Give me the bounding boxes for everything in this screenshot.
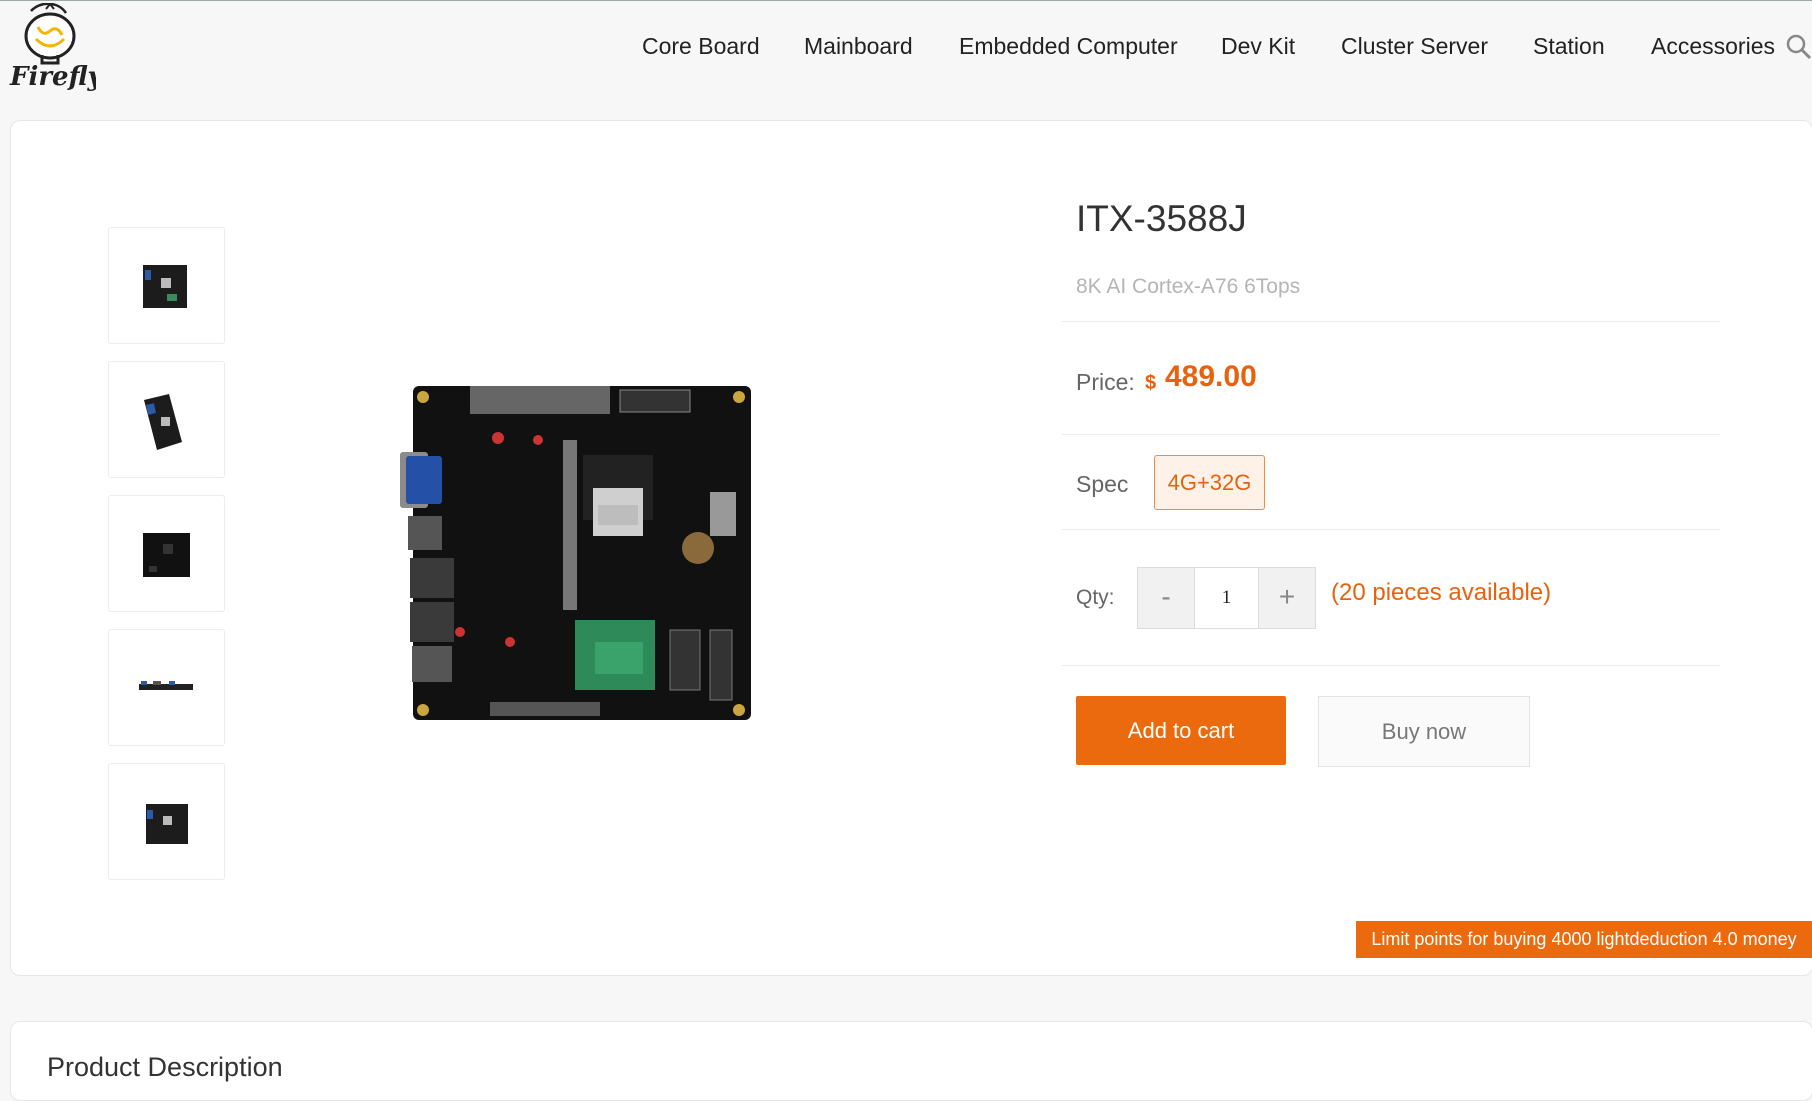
- nav-item-core-board[interactable]: Core Board: [642, 28, 760, 64]
- site-header: Firefly Core Board Mainboard Embedded Co…: [0, 1, 1812, 118]
- nav-item-accessories[interactable]: Accessories: [1651, 28, 1775, 64]
- nav-item-dev-kit[interactable]: Dev Kit: [1221, 28, 1295, 64]
- brand-wordmark: Firefly: [9, 62, 96, 92]
- increment-button[interactable]: +: [1258, 568, 1315, 628]
- thumbnail-1[interactable]: [108, 227, 225, 344]
- qty-label: Qty:: [1076, 586, 1115, 609]
- divider: [1062, 434, 1720, 435]
- main-nav: Core Board Mainboard Embedded Computer D…: [0, 28, 1812, 64]
- spec-label: Spec: [1076, 471, 1129, 497]
- promo-banner: Limit points for buying 4000 lightdeduct…: [1356, 921, 1812, 958]
- thumbnail-5[interactable]: [108, 763, 225, 880]
- thumbnail-3[interactable]: [108, 495, 225, 612]
- thumbnail-4[interactable]: [108, 629, 225, 746]
- quantity-input[interactable]: [1195, 568, 1258, 628]
- price-value: 489.00: [1165, 360, 1257, 393]
- divider: [1062, 529, 1720, 530]
- board-thumbnail-icon: [146, 804, 188, 844]
- buy-now-button[interactable]: Buy now: [1318, 696, 1530, 767]
- product-subtitle: 8K AI Cortex-A76 6Tops: [1076, 275, 1301, 298]
- divider: [1062, 321, 1720, 322]
- product-card: [10, 120, 1812, 976]
- decrement-button[interactable]: -: [1138, 568, 1195, 628]
- product-title: ITX-3588J: [1076, 198, 1247, 239]
- nav-item-station[interactable]: Station: [1533, 28, 1605, 64]
- quantity-stepper: - +: [1137, 567, 1316, 629]
- spec-option-4g-32g[interactable]: 4G+32G: [1154, 455, 1265, 510]
- board-thumbnail-icon: [139, 681, 193, 690]
- divider: [1062, 665, 1720, 666]
- add-to-cart-button[interactable]: Add to cart: [1076, 696, 1286, 765]
- search-icon[interactable]: [1786, 34, 1812, 60]
- product-main-image: [400, 386, 751, 720]
- description-title: Product Description: [47, 1052, 283, 1082]
- nav-item-cluster-server[interactable]: Cluster Server: [1341, 28, 1488, 64]
- board-thumbnail-icon: [143, 265, 187, 308]
- nav-item-embedded-computer[interactable]: Embedded Computer: [959, 28, 1178, 64]
- thumbnail-2[interactable]: [108, 361, 225, 478]
- stock-availability: (20 pieces available): [1331, 579, 1552, 606]
- currency-symbol: $: [1145, 372, 1157, 394]
- board-thumbnail-icon: [143, 533, 190, 577]
- board-thumbnail-icon: [144, 394, 182, 450]
- nav-item-mainboard[interactable]: Mainboard: [804, 28, 913, 64]
- price-label: Price:: [1076, 369, 1135, 395]
